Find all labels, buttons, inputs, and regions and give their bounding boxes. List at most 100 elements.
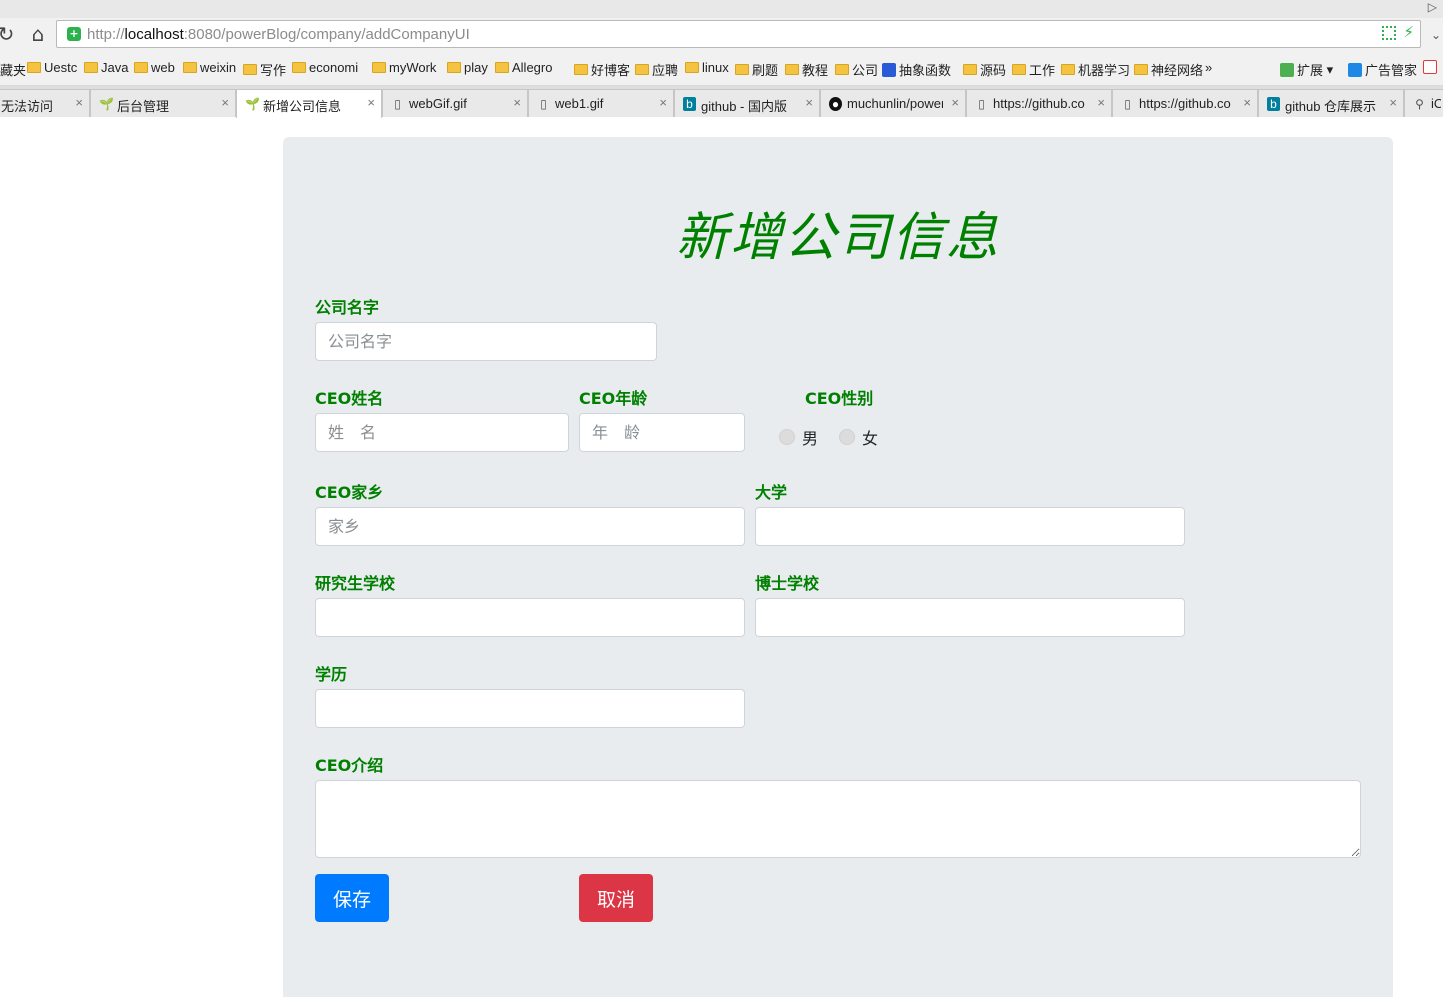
- folder-icon: [27, 62, 41, 73]
- tab-github-link-1[interactable]: ▯ https://github.co ×: [966, 89, 1112, 117]
- ceo-hometown-input[interactable]: [315, 507, 745, 546]
- adblock-icon: [1348, 62, 1362, 77]
- tab-webgif[interactable]: ▯ webGif.gif ×: [382, 89, 528, 117]
- link-icon: ⚲: [1415, 97, 1424, 111]
- bookmark-folder[interactable]: 刷题: [735, 60, 778, 79]
- bookmark-folder[interactable]: 机器学习: [1061, 60, 1130, 79]
- ceo-name-label: CEO姓名: [315, 389, 384, 408]
- chevron-down-icon[interactable]: ⌄: [1431, 28, 1441, 42]
- ceo-gender-label: CEO性别: [805, 389, 874, 408]
- tab-add-company[interactable]: 🌱 新增公司信息 ×: [236, 89, 382, 118]
- github-icon: ●: [829, 97, 842, 111]
- graduate-school-label: 研究生学校: [315, 574, 396, 593]
- url-text[interactable]: http://localhost:8080/powerBlog/company/…: [87, 26, 470, 43]
- folder-icon: [1134, 64, 1148, 75]
- phd-school-input[interactable]: [755, 598, 1185, 637]
- close-icon[interactable]: ×: [513, 95, 521, 110]
- reader-icon[interactable]: [1423, 60, 1440, 74]
- form-panel: 新增公司信息 公司名字 CEO姓名 CEO年龄 CEO性别 男 女 CEO家乡 …: [283, 137, 1393, 997]
- folder-icon: [447, 62, 461, 73]
- ceo-age-input[interactable]: [579, 413, 745, 452]
- bookmark-folder[interactable]: economi: [292, 60, 358, 75]
- close-icon[interactable]: ×: [1389, 95, 1397, 110]
- bookmark-folder[interactable]: 好博客: [574, 60, 630, 79]
- folder-icon: [574, 64, 588, 75]
- education-input[interactable]: [315, 689, 745, 728]
- close-icon[interactable]: ×: [1243, 95, 1251, 110]
- radio-button[interactable]: [839, 429, 855, 445]
- ceo-hometown-label: CEO家乡: [315, 483, 384, 502]
- bookmark-item[interactable]: 藏夹: [0, 60, 26, 79]
- tab-bing-github[interactable]: b github - 国内版 ×: [674, 89, 820, 117]
- file-icon: ▯: [978, 97, 985, 111]
- extensions-icon: [1280, 62, 1294, 77]
- tab-bing-repo-display[interactable]: b github 仓库展示 ×: [1258, 89, 1404, 117]
- tab-io[interactable]: ⚲ iO: [1404, 89, 1443, 117]
- folder-icon: [372, 62, 386, 73]
- extensions-button[interactable]: 扩展 ▾: [1280, 60, 1333, 79]
- ceo-intro-textarea[interactable]: [315, 780, 1361, 858]
- close-icon[interactable]: ×: [659, 95, 667, 110]
- bookmark-folder[interactable]: weixin: [183, 60, 236, 75]
- bookmark-folder[interactable]: 应聘: [635, 60, 678, 79]
- tab-admin[interactable]: 🌱 后台管理 ×: [90, 89, 236, 117]
- bookmark-folder[interactable]: Allegro: [495, 60, 552, 75]
- close-icon[interactable]: ×: [221, 95, 229, 110]
- folder-icon: [963, 64, 977, 75]
- bookmark-folder[interactable]: 写作: [243, 60, 286, 79]
- tab-unreachable[interactable]: 无法访问 ×: [0, 89, 90, 117]
- ceo-intro-label: CEO介绍: [315, 756, 384, 775]
- university-input[interactable]: [755, 507, 1185, 546]
- folder-icon: [292, 62, 306, 73]
- tab-github-link-2[interactable]: ▯ https://github.co ×: [1112, 89, 1258, 117]
- sprout-icon: 🌱: [245, 97, 260, 111]
- tab-github-repo[interactable]: ● muchunlin/power ×: [820, 89, 966, 117]
- bookmark-folder[interactable]: play: [447, 60, 488, 75]
- gender-option-male[interactable]: 男: [779, 425, 818, 449]
- close-icon[interactable]: ×: [1097, 95, 1105, 110]
- company-name-input[interactable]: [315, 322, 657, 361]
- tab-strip: 无法访问 × 🌱 后台管理 × 🌱 新增公司信息 × ▯ webGif.gif …: [0, 86, 1443, 118]
- folder-icon: [1061, 64, 1075, 75]
- close-icon[interactable]: ×: [805, 95, 813, 110]
- phd-school-label: 博士学校: [755, 574, 820, 593]
- bookmark-folder[interactable]: 教程: [785, 60, 828, 79]
- bookmark-folder[interactable]: linux: [685, 60, 729, 75]
- radio-button[interactable]: [779, 429, 795, 445]
- close-icon[interactable]: ×: [367, 95, 375, 110]
- bookmark-folder[interactable]: Java: [84, 60, 128, 75]
- folder-icon: [84, 62, 98, 73]
- folder-icon: [785, 64, 799, 75]
- ceo-name-input[interactable]: [315, 413, 569, 452]
- bookmark-folder[interactable]: web: [134, 60, 175, 75]
- reload-icon[interactable]: ↻: [0, 22, 18, 46]
- home-icon[interactable]: ⌂: [26, 22, 50, 46]
- save-button[interactable]: 保存: [315, 874, 389, 922]
- tab-web1gif[interactable]: ▯ web1.gif ×: [528, 89, 674, 117]
- close-icon[interactable]: ×: [75, 95, 83, 110]
- window-restore-icon[interactable]: ▷: [1428, 0, 1437, 14]
- folder-icon: [183, 62, 197, 73]
- address-bar[interactable]: + http://localhost:8080/powerBlog/compan…: [56, 20, 1421, 48]
- file-icon: ▯: [394, 97, 401, 111]
- bookmark-folder[interactable]: 公司: [835, 60, 878, 79]
- paw-icon: [882, 62, 896, 77]
- bookmark-folder[interactable]: 源码: [963, 60, 1006, 79]
- bookmark-folder[interactable]: Uestc: [27, 60, 77, 75]
- bookmark-folder[interactable]: myWork: [372, 60, 436, 75]
- sprout-icon: 🌱: [99, 97, 114, 111]
- company-name-label: 公司名字: [315, 298, 380, 317]
- qr-code-icon[interactable]: [1382, 26, 1396, 40]
- bookmark-item[interactable]: 抽象函数: [882, 60, 951, 79]
- folder-icon: [243, 64, 257, 75]
- cancel-button[interactable]: 取消: [579, 874, 653, 922]
- speed-mode-icon[interactable]: ⚡: [1403, 23, 1414, 41]
- bookmark-folder[interactable]: 神经网络: [1134, 60, 1203, 79]
- graduate-school-input[interactable]: [315, 598, 745, 637]
- university-label: 大学: [755, 483, 788, 502]
- bookmarks-overflow-icon[interactable]: »: [1205, 60, 1212, 75]
- adblock-button[interactable]: 广告管家: [1348, 60, 1417, 79]
- bookmark-folder[interactable]: 工作: [1012, 60, 1055, 79]
- gender-option-female[interactable]: 女: [839, 425, 878, 449]
- close-icon[interactable]: ×: [951, 95, 959, 110]
